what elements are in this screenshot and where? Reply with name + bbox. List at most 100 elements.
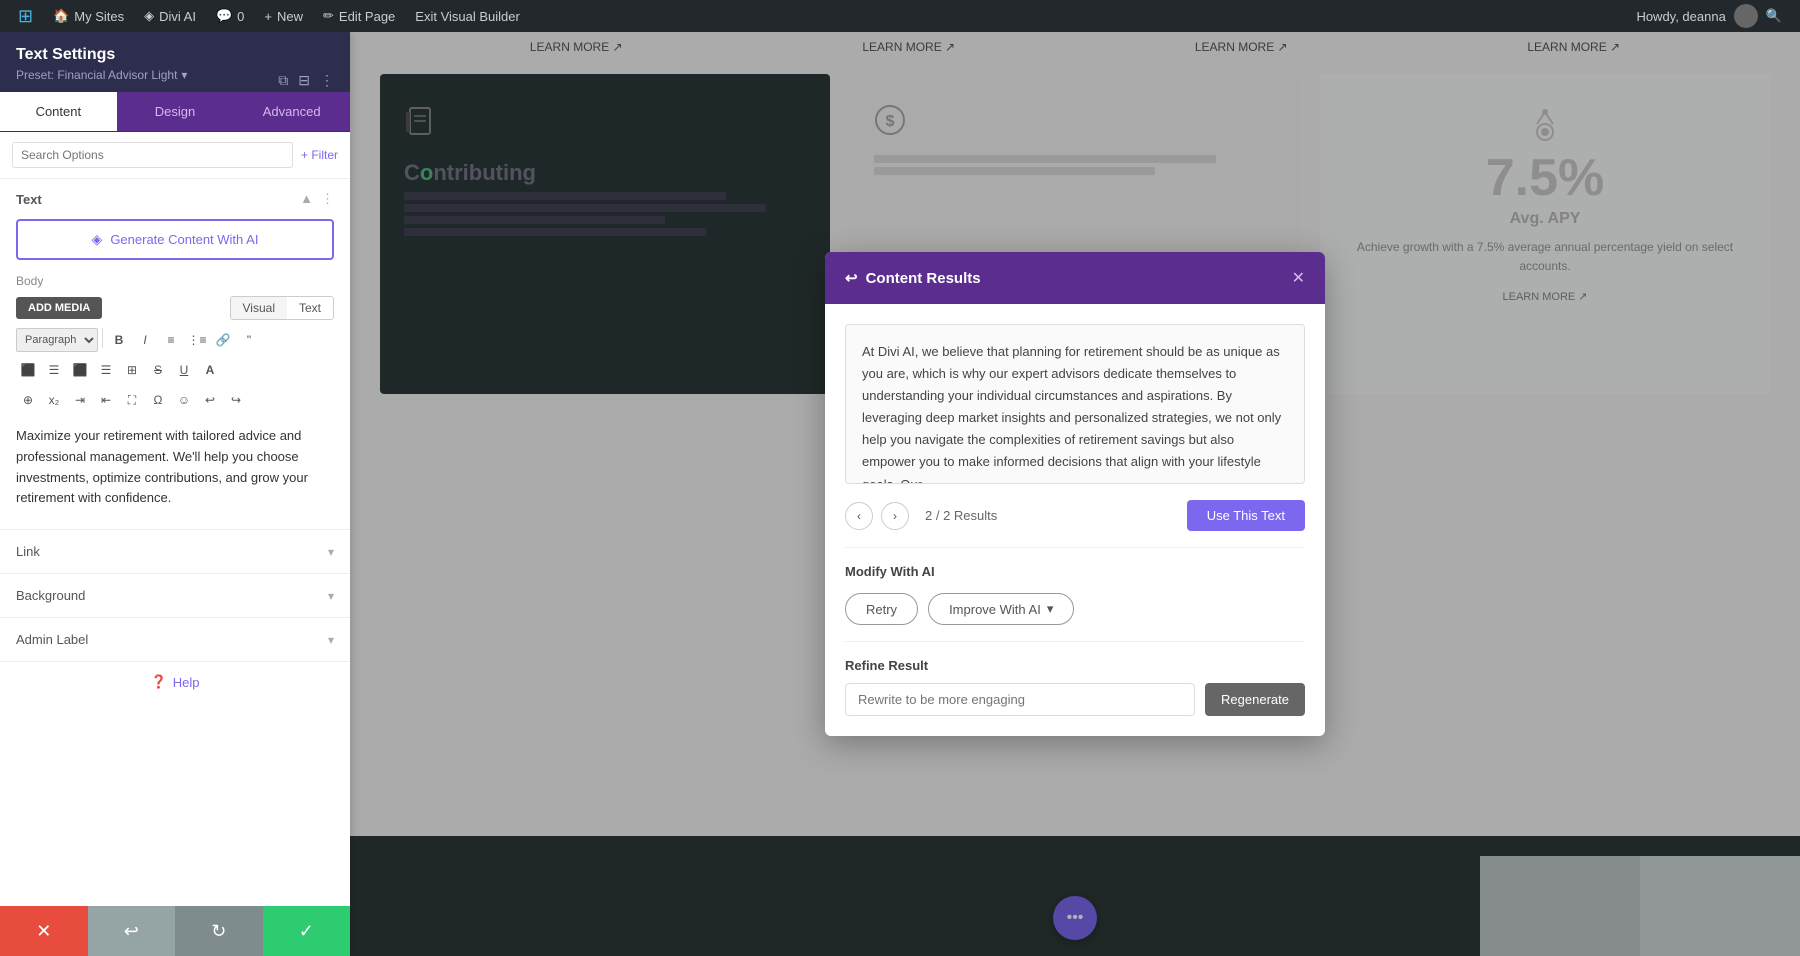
emoji-btn[interactable]: ☺ [172,388,196,412]
link-btn[interactable]: 🔗 [211,328,235,352]
new-label: New [277,9,303,24]
my-sites-btn[interactable]: 🏠 My Sites [43,0,134,32]
text-section-header[interactable]: Text ▲ ⋮ [16,191,334,207]
align-right-btn[interactable]: ⬛ [68,358,92,382]
header-icon-copy[interactable]: ⧉ [278,72,288,89]
preset-label: Preset: Financial Advisor Light [16,68,177,82]
tab-bar: Content Design Advanced [0,92,350,132]
new-btn[interactable]: + New [254,0,313,32]
tab-content[interactable]: Content [0,92,117,131]
admin-label-section[interactable]: Admin Label ▾ [0,617,350,661]
visual-tab[interactable]: Visual [231,297,287,319]
confirm-button[interactable]: ✓ [263,906,351,956]
bold-btn[interactable]: B [107,328,131,352]
fmt-divider-1 [102,328,103,348]
body-label: Body [16,274,334,288]
modal-divider-2 [845,641,1305,642]
ai-button-label: Generate Content With AI [110,232,258,247]
admin-label-title: Admin Label [16,632,88,647]
retry-button[interactable]: Retry [845,593,918,625]
ul-btn[interactable]: ≡ [159,328,183,352]
background-chevron: ▾ [328,589,334,603]
comments-count: 0 [237,9,244,24]
refine-row: Regenerate [845,683,1305,716]
redo-button[interactable]: ↻ [175,906,263,956]
undo-btn[interactable]: ↩ [198,388,222,412]
align-justify-btn[interactable]: ☰ [94,358,118,382]
ai-button-icon: ◈ [92,231,103,248]
filter-button[interactable]: + Filter [301,148,338,162]
background-section[interactable]: Background ▾ [0,573,350,617]
omega-btn[interactable]: Ω [146,388,170,412]
paragraph-select[interactable]: Paragraph [16,328,98,352]
search-input[interactable] [12,142,293,168]
format-toolbar-2: ⬛ ☰ ⬛ ☰ ⊞ S U A [16,358,334,382]
exit-builder-btn[interactable]: Exit Visual Builder [405,0,530,32]
redo-btn[interactable]: ↪ [224,388,248,412]
fullscreen-btn[interactable]: ⛶ [120,388,144,412]
admin-search-icon[interactable]: 🔍 [1766,8,1782,24]
section-icons: ▲ ⋮ [300,191,334,207]
quote-btn[interactable]: " [237,328,261,352]
wp-logo-btn[interactable]: ⊞ [8,0,43,32]
editor-toolbar: ADD MEDIA Visual Text [16,296,334,320]
text-section-title: Text [16,192,42,207]
add-media-button[interactable]: ADD MEDIA [16,297,102,319]
section-collapse-icon[interactable]: ▲ [300,191,313,207]
my-sites-icon: 🏠 [53,8,69,24]
tab-design[interactable]: Design [117,92,234,131]
text-editor-content[interactable]: Maximize your retirement with tailored a… [16,418,334,517]
cancel-button[interactable]: ✕ [0,906,88,956]
link-section[interactable]: Link ▾ [0,529,350,573]
nav-prev-btn[interactable]: ‹ [845,502,873,530]
my-sites-label: My Sites [74,9,124,24]
link-chevron: ▾ [328,545,334,559]
tab-advanced[interactable]: Advanced [233,92,350,131]
header-icon-grid[interactable]: ⊟ [298,72,310,89]
text-tab[interactable]: Text [287,297,333,319]
text-section: Text ▲ ⋮ ◈ Generate Content With AI Body… [0,179,350,529]
use-this-text-button[interactable]: Use This Text [1187,500,1305,531]
modal-back-icon[interactable]: ↩ [845,269,858,287]
text-color-btn[interactable]: A [198,358,222,382]
comments-icon: 💬 [216,8,232,24]
outdent-btn[interactable]: ⇤ [94,388,118,412]
help-label: Help [173,675,200,690]
help-footer[interactable]: ❓ Help [0,661,350,702]
table-btn[interactable]: ⊞ [120,358,144,382]
admin-bar: ⊞ 🏠 My Sites ◈ Divi AI 💬 0 + New ✏ Edit … [0,0,1800,32]
modal-close-button[interactable]: ✕ [1292,268,1305,288]
format-toolbar-3: ⊕ x₂ ⇥ ⇤ ⛶ Ω ☺ ↩ ↪ [16,388,334,412]
indent-btn[interactable]: ⇥ [68,388,92,412]
align-left-btn[interactable]: ⬛ [16,358,40,382]
underline-btn[interactable]: U [172,358,196,382]
edit-page-btn[interactable]: ✏ Edit Page [313,0,405,32]
improve-with-ai-button[interactable]: Improve With AI ▾ [928,593,1074,625]
ol-btn[interactable]: ⋮≡ [185,328,209,352]
modal-header: ↩ Content Results ✕ [825,252,1325,304]
modal-overlay[interactable]: ↩ Content Results ✕ At Divi AI, we belie… [350,32,1800,956]
comments-btn[interactable]: 💬 0 [206,0,254,32]
strikethrough-btn[interactable]: S [146,358,170,382]
modal-body: At Divi AI, we believe that planning for… [825,304,1325,736]
generate-ai-button[interactable]: ◈ Generate Content With AI [16,219,334,260]
refine-input[interactable] [845,683,1195,716]
special-char-btn[interactable]: ⊕ [16,388,40,412]
section-more-icon[interactable]: ⋮ [321,191,334,207]
divi-ai-label: Divi AI [159,9,196,24]
content-results-modal: ↩ Content Results ✕ At Divi AI, we belie… [825,252,1325,736]
undo-button[interactable]: ↩ [88,906,176,956]
subscript-btn[interactable]: x₂ [42,388,66,412]
divi-ai-btn[interactable]: ◈ Divi AI [134,0,206,32]
modal-title-text: Content Results [866,270,981,287]
help-icon: ❓ [151,674,167,690]
align-center-btn[interactable]: ☰ [42,358,66,382]
nav-next-btn[interactable]: › [881,502,909,530]
header-icon-more[interactable]: ⋮ [320,72,334,89]
italic-btn[interactable]: I [133,328,157,352]
modify-ai-label: Modify With AI [845,564,1305,579]
modal-nav: ‹ › 2 / 2 Results Use This Text [845,500,1305,531]
sidebar-header-icons: ⧉ ⊟ ⋮ [278,72,334,89]
improve-chevron: ▾ [1047,601,1054,617]
regenerate-button[interactable]: Regenerate [1205,683,1305,716]
